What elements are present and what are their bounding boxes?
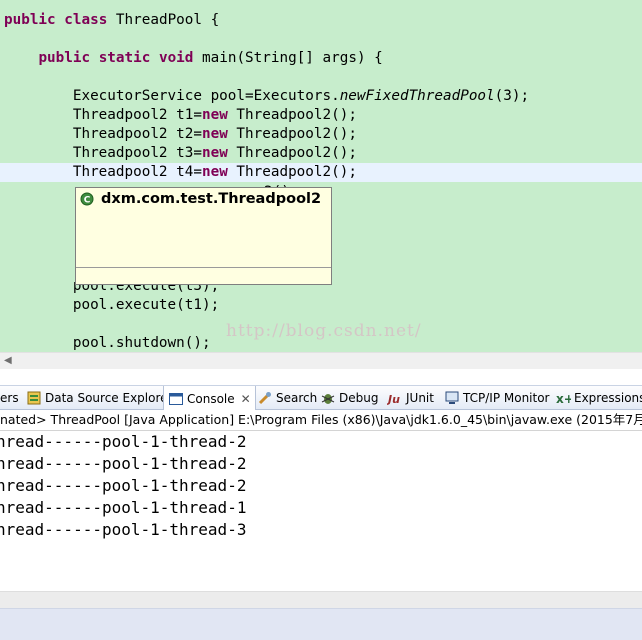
- code-line-t1-decl: Threadpool2 t1=new Threadpool2();: [4, 106, 357, 125]
- hover-title: dxm.com.test.Threadpool2: [101, 191, 322, 207]
- watermark: http://blog.csdn.net/: [226, 321, 422, 341]
- keyword-token: new: [201, 126, 228, 142]
- keyword-token: new: [201, 107, 228, 123]
- tab-label: JUnit: [406, 391, 434, 405]
- console-output[interactable]: hread------pool-1-thread-2 hread------po…: [0, 431, 642, 591]
- class-icon: C: [80, 192, 94, 206]
- status-bar: [0, 608, 642, 640]
- code-token: Threadpool2();: [227, 107, 357, 123]
- view-tab-bar: ers Data Source Explorer Console ✕ Searc…: [0, 385, 642, 411]
- console-launch-info: nated> ThreadPool [Java Application] E:\…: [0, 410, 642, 431]
- console-horizontal-scrollbar[interactable]: [0, 591, 642, 608]
- editor-horizontal-scrollbar[interactable]: ◀: [0, 352, 642, 369]
- panel-gap: [0, 369, 642, 385]
- keyword-token: class: [64, 12, 108, 28]
- tab-label: TCP/IP Monitor: [463, 391, 550, 405]
- keyword-token: new: [201, 145, 228, 161]
- tcpip-monitor-icon: [445, 391, 459, 404]
- console-line: hread------pool-1-thread-1: [0, 498, 247, 517]
- tab-tcpip-monitor[interactable]: TCP/IP Monitor: [444, 386, 550, 410]
- keyword-token: public: [38, 50, 91, 66]
- code-editor[interactable]: public class ThreadPool { public static …: [0, 0, 642, 352]
- svg-text:C: C: [84, 196, 91, 206]
- code-token: Threadpool2 t2=: [4, 126, 202, 142]
- code-line-class-decl: public class ThreadPool {: [4, 11, 219, 30]
- tab-label: Search: [276, 391, 318, 405]
- code-line-execute-t1: pool.execute(t1);: [4, 296, 219, 315]
- code-token: main(String[] args) {: [193, 50, 383, 66]
- code-line-t4-decl: Threadpool2 t4=new Threadpool2();: [4, 163, 357, 182]
- hover-divider: [76, 267, 331, 268]
- code-token: Threadpool2();: [227, 164, 357, 180]
- code-token: Threadpool2();: [227, 145, 357, 161]
- console-icon: [169, 392, 183, 405]
- tab-search[interactable]: Search: [257, 386, 317, 410]
- data-source-icon: [27, 391, 41, 405]
- tab-console[interactable]: Console ✕: [163, 386, 256, 411]
- console-line: hread------pool-1-thread-2: [0, 476, 247, 495]
- code-line-t2-decl: Threadpool2 t2=new Threadpool2();: [4, 125, 357, 144]
- tab-label: Expressions: [574, 391, 642, 405]
- tab-data-source-explorer[interactable]: Data Source Explorer: [26, 386, 172, 410]
- console-line: hread------pool-1-thread-2: [0, 454, 247, 473]
- search-icon: [258, 392, 271, 405]
- close-icon[interactable]: ✕: [241, 392, 251, 406]
- type-hover-popup[interactable]: C dxm.com.test.Threadpool2: [75, 187, 332, 285]
- expressions-icon: x+: [556, 392, 571, 406]
- keyword-token: void: [158, 50, 194, 66]
- code-line-pool-decl: ExecutorService pool=Executors.newFixedT…: [4, 87, 529, 106]
- tab-expressions[interactable]: x+ Expressions: [555, 386, 642, 410]
- method-token: newFixedThreadPool: [339, 88, 495, 104]
- code-token: pool.execute(t1);: [4, 297, 220, 313]
- tab-label: ers: [0, 391, 19, 405]
- svg-text:x+: x+: [556, 392, 571, 406]
- tab-label: Console: [187, 391, 235, 406]
- code-token: ThreadPool {: [107, 12, 220, 28]
- tab-servers[interactable]: ers: [0, 386, 19, 410]
- keyword-token: public: [4, 12, 56, 28]
- code-token: Threadpool2();: [227, 126, 357, 142]
- junit-icon: Ju: [387, 393, 400, 406]
- console-line: hread------pool-1-thread-2: [0, 432, 247, 451]
- code-token: (3);: [494, 88, 530, 104]
- scroll-left-arrow-icon[interactable]: ◀: [4, 355, 12, 366]
- code-line-main-decl: public static void main(String[] args) {: [4, 49, 383, 68]
- console-line: hread------pool-1-thread-3: [0, 520, 247, 539]
- code-token: Threadpool2 t4=: [4, 164, 202, 180]
- debug-icon: [321, 394, 335, 404]
- tab-label: Data Source Explorer: [45, 391, 173, 405]
- code-line-shutdown: pool.shutdown();: [4, 334, 211, 352]
- keyword-token: new: [201, 164, 228, 180]
- tab-debug[interactable]: Debug: [320, 386, 378, 410]
- code-line-t3-decl: Threadpool2 t3=new Threadpool2();: [4, 144, 357, 163]
- keyword-token: static: [98, 50, 151, 66]
- code-token: ExecutorService pool=Executors.: [4, 88, 340, 104]
- code-token: Threadpool2 t3=: [4, 145, 202, 161]
- svg-text:Ju: Ju: [387, 393, 400, 406]
- code-token: pool.shutdown();: [4, 335, 211, 351]
- tab-junit[interactable]: Ju JUnit: [387, 386, 434, 410]
- code-token: Threadpool2 t1=: [4, 107, 202, 123]
- tab-label: Debug: [339, 391, 379, 405]
